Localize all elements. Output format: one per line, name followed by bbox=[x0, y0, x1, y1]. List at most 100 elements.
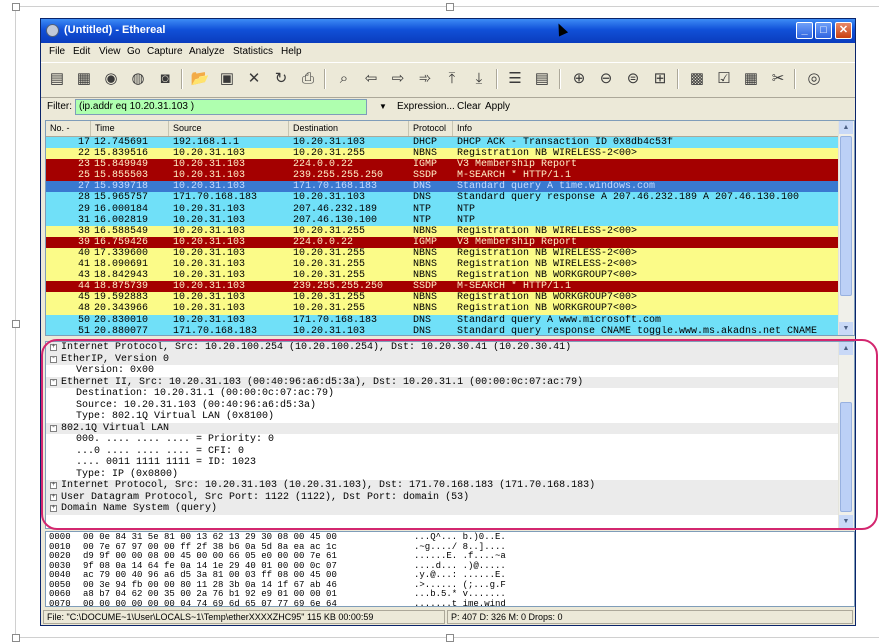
packet-row[interactable]: 25 15.855503 10.20.31.103 239.255.255.250 SS… bbox=[46, 170, 844, 182]
expression-button[interactable]: Expression... bbox=[397, 101, 455, 112]
resize-handle[interactable] bbox=[12, 3, 20, 11]
close-button[interactable]: ✕ bbox=[835, 22, 852, 39]
packet-cell-proto: NBNS bbox=[413, 148, 438, 160]
packet-row[interactable]: 27 15.939718 10.20.31.103 171.70.168.183 DNS… bbox=[46, 181, 844, 193]
zoom-out-icon[interactable]: ⊖ bbox=[595, 68, 617, 90]
coloring-rules-icon[interactable]: ▦ bbox=[740, 68, 762, 90]
packet-row[interactable]: 45 19.592883 10.20.31.103 10.20.31.255 NBNS R… bbox=[46, 292, 844, 304]
column-destination[interactable]: Destination bbox=[289, 121, 409, 136]
preferences-icon[interactable]: ✂ bbox=[767, 68, 789, 90]
packet-row[interactable]: 31 16.002819 10.20.31.103 207.46.130.100 NTP… bbox=[46, 214, 844, 226]
capture-options-icon[interactable]: ▦ bbox=[73, 68, 95, 90]
resize-handle[interactable] bbox=[446, 3, 454, 11]
packet-row[interactable]: 48 20.343966 10.20.31.103 10.20.31.255 NBNS R… bbox=[46, 303, 844, 315]
help-icon[interactable]: ◎ bbox=[803, 68, 825, 90]
clear-button[interactable]: Clear bbox=[457, 101, 481, 112]
packet-row[interactable]: 51 20.880077 171.70.168.183 10.20.31.103 DNS… bbox=[46, 325, 844, 335]
packet-cell-dst: 10.20.31.255 bbox=[293, 303, 366, 315]
menu-view[interactable]: View bbox=[99, 46, 121, 57]
filter-input[interactable]: (ip.addr eq 10.20.31.103 ) bbox=[75, 99, 367, 115]
packet-cell-dst: 171.70.168.183 bbox=[293, 181, 378, 193]
packet-cell-time: 18.842943 bbox=[94, 270, 149, 282]
print-icon[interactable]: ⎙ bbox=[297, 68, 319, 90]
interface-list-icon[interactable]: ▤ bbox=[46, 68, 68, 90]
scroll-down-arrow-icon[interactable]: ▼ bbox=[839, 322, 853, 335]
packet-cell-no: 27 bbox=[77, 181, 90, 193]
go-last-packet-icon[interactable]: ⤓ bbox=[468, 68, 490, 90]
packet-cell-info: Standard query A time.windows.com bbox=[457, 181, 656, 193]
column-source[interactable]: Source bbox=[169, 121, 289, 136]
go-first-packet-icon[interactable]: ⤒ bbox=[441, 68, 463, 90]
packet-list-scrollbar[interactable]: ▲ ▼ bbox=[838, 121, 854, 335]
packet-row[interactable]: 23 15.849949 10.20.31.103 224.0.0.22 IGMP V3 … bbox=[46, 159, 844, 171]
restart-capture-icon[interactable]: ◍ bbox=[127, 68, 149, 90]
packet-rows: 17 12.745691 192.168.1.1 10.20.31.103 DHCP DH… bbox=[46, 137, 844, 335]
apply-button[interactable]: Apply bbox=[485, 101, 510, 112]
column-no[interactable]: No. - bbox=[46, 121, 91, 136]
packet-row[interactable]: 29 16.000184 10.20.31.103 207.46.232.189 NTP… bbox=[46, 203, 844, 215]
scrollbar-thumb[interactable] bbox=[840, 136, 852, 296]
packet-row[interactable]: 17 12.745691 192.168.1.1 10.20.31.103 DHCP DH… bbox=[46, 137, 844, 149]
column-info[interactable]: Info bbox=[453, 121, 844, 136]
packet-row[interactable]: 43 18.842943 10.20.31.103 10.20.31.255 NBNS R… bbox=[46, 270, 844, 282]
menu-edit[interactable]: Edit bbox=[73, 46, 90, 57]
packet-row[interactable]: 22 15.839516 10.20.31.103 10.20.31.255 NBNS R… bbox=[46, 148, 844, 160]
packet-row[interactable]: 50 20.830010 10.20.31.103 171.70.168.183 DNS… bbox=[46, 314, 844, 326]
packet-cell-no: 41 bbox=[77, 259, 90, 271]
packet-row[interactable]: 40 17.339600 10.20.31.103 10.20.31.255 NBNS R… bbox=[46, 247, 844, 260]
open-file-icon[interactable]: 📂 bbox=[189, 68, 211, 90]
packet-cell-proto: NBNS bbox=[413, 259, 438, 271]
packet-row[interactable]: 39 16.759426 10.20.31.103 224.0.0.22 IGMP V3 … bbox=[46, 236, 844, 248]
menu-bar: File Edit View Go Capture Analyze Statis… bbox=[41, 43, 855, 62]
scroll-up-arrow-icon[interactable]: ▲ bbox=[839, 121, 853, 134]
display-filters-icon[interactable]: ☑ bbox=[713, 68, 735, 90]
packet-cell-time: 17.339600 bbox=[94, 247, 149, 259]
packet-cell-no: 40 bbox=[77, 247, 90, 259]
packet-cell-no: 38 bbox=[77, 225, 90, 237]
colorize-icon[interactable]: ☰ bbox=[504, 68, 526, 90]
packet-row[interactable]: 28 15.965757 171.70.168.183 10.20.31.103 DNS… bbox=[46, 192, 844, 204]
resize-columns-icon[interactable]: ⊞ bbox=[649, 68, 671, 90]
menu-go[interactable]: Go bbox=[127, 46, 140, 57]
packet-row[interactable]: 41 18.090691 10.20.31.103 10.20.31.255 NBNS R… bbox=[46, 259, 844, 271]
go-to-packet-icon[interactable]: ➾ bbox=[414, 68, 436, 90]
save-file-icon[interactable]: ▣ bbox=[216, 68, 238, 90]
packet-cell-no: 25 bbox=[77, 170, 90, 182]
stop-capture-icon[interactable]: ◙ bbox=[154, 68, 176, 90]
close-file-icon[interactable]: ✕ bbox=[243, 68, 265, 90]
resize-handle[interactable] bbox=[12, 634, 20, 642]
packet-cell-src: 10.20.31.103 bbox=[173, 292, 246, 304]
hex-line[interactable]: 0070 00 00 00 00 00 00 04 74 69 6d 65 07 … bbox=[46, 599, 841, 606]
filter-dropdown-icon[interactable]: ▼ bbox=[379, 102, 387, 111]
packet-bytes-pane: 0000 00 0e 84 31 5e 81 00 13 62 13 29 30 … bbox=[45, 531, 855, 607]
packet-cell-info: M-SEARCH * HTTP/1.1 bbox=[457, 170, 572, 182]
highlight-annotation bbox=[41, 339, 878, 530]
go-back-icon[interactable]: ⇦ bbox=[360, 68, 382, 90]
normal-size-icon[interactable]: ⊜ bbox=[622, 68, 644, 90]
packet-row[interactable]: 44 18.875739 10.20.31.103 239.255.255.250 SS… bbox=[46, 281, 844, 293]
menu-file[interactable]: File bbox=[49, 46, 65, 57]
menu-help[interactable]: Help bbox=[281, 46, 302, 57]
packet-row[interactable]: 38 16.588549 10.20.31.103 10.20.31.255 NBNS R… bbox=[46, 225, 844, 237]
column-protocol[interactable]: Protocol bbox=[409, 121, 453, 136]
autoscroll-icon[interactable]: ▤ bbox=[531, 68, 553, 90]
capture-filters-icon[interactable]: ▩ bbox=[686, 68, 708, 90]
title-bar[interactable]: (Untitled) - Ethereal _ □ ✕ bbox=[41, 19, 855, 43]
packet-cell-src: 10.20.31.103 bbox=[173, 270, 246, 282]
reload-icon[interactable]: ↻ bbox=[270, 68, 292, 90]
packet-cell-no: 50 bbox=[77, 314, 90, 326]
go-forward-icon[interactable]: ⇨ bbox=[387, 68, 409, 90]
menu-analyze[interactable]: Analyze bbox=[189, 46, 225, 57]
maximize-button[interactable]: □ bbox=[815, 22, 832, 39]
resize-handle[interactable] bbox=[12, 320, 20, 328]
menu-statistics[interactable]: Statistics bbox=[233, 46, 273, 57]
start-capture-icon[interactable]: ◉ bbox=[100, 68, 122, 90]
zoom-in-icon[interactable]: ⊕ bbox=[568, 68, 590, 90]
column-time[interactable]: Time bbox=[91, 121, 169, 136]
menu-capture[interactable]: Capture bbox=[147, 46, 183, 57]
minimize-button[interactable]: _ bbox=[796, 22, 813, 39]
find-packet-icon[interactable]: ⌕ bbox=[333, 68, 355, 90]
packet-cell-src: 10.20.31.103 bbox=[173, 236, 246, 248]
packet-cell-no: 39 bbox=[77, 236, 90, 248]
resize-handle[interactable] bbox=[446, 634, 454, 642]
